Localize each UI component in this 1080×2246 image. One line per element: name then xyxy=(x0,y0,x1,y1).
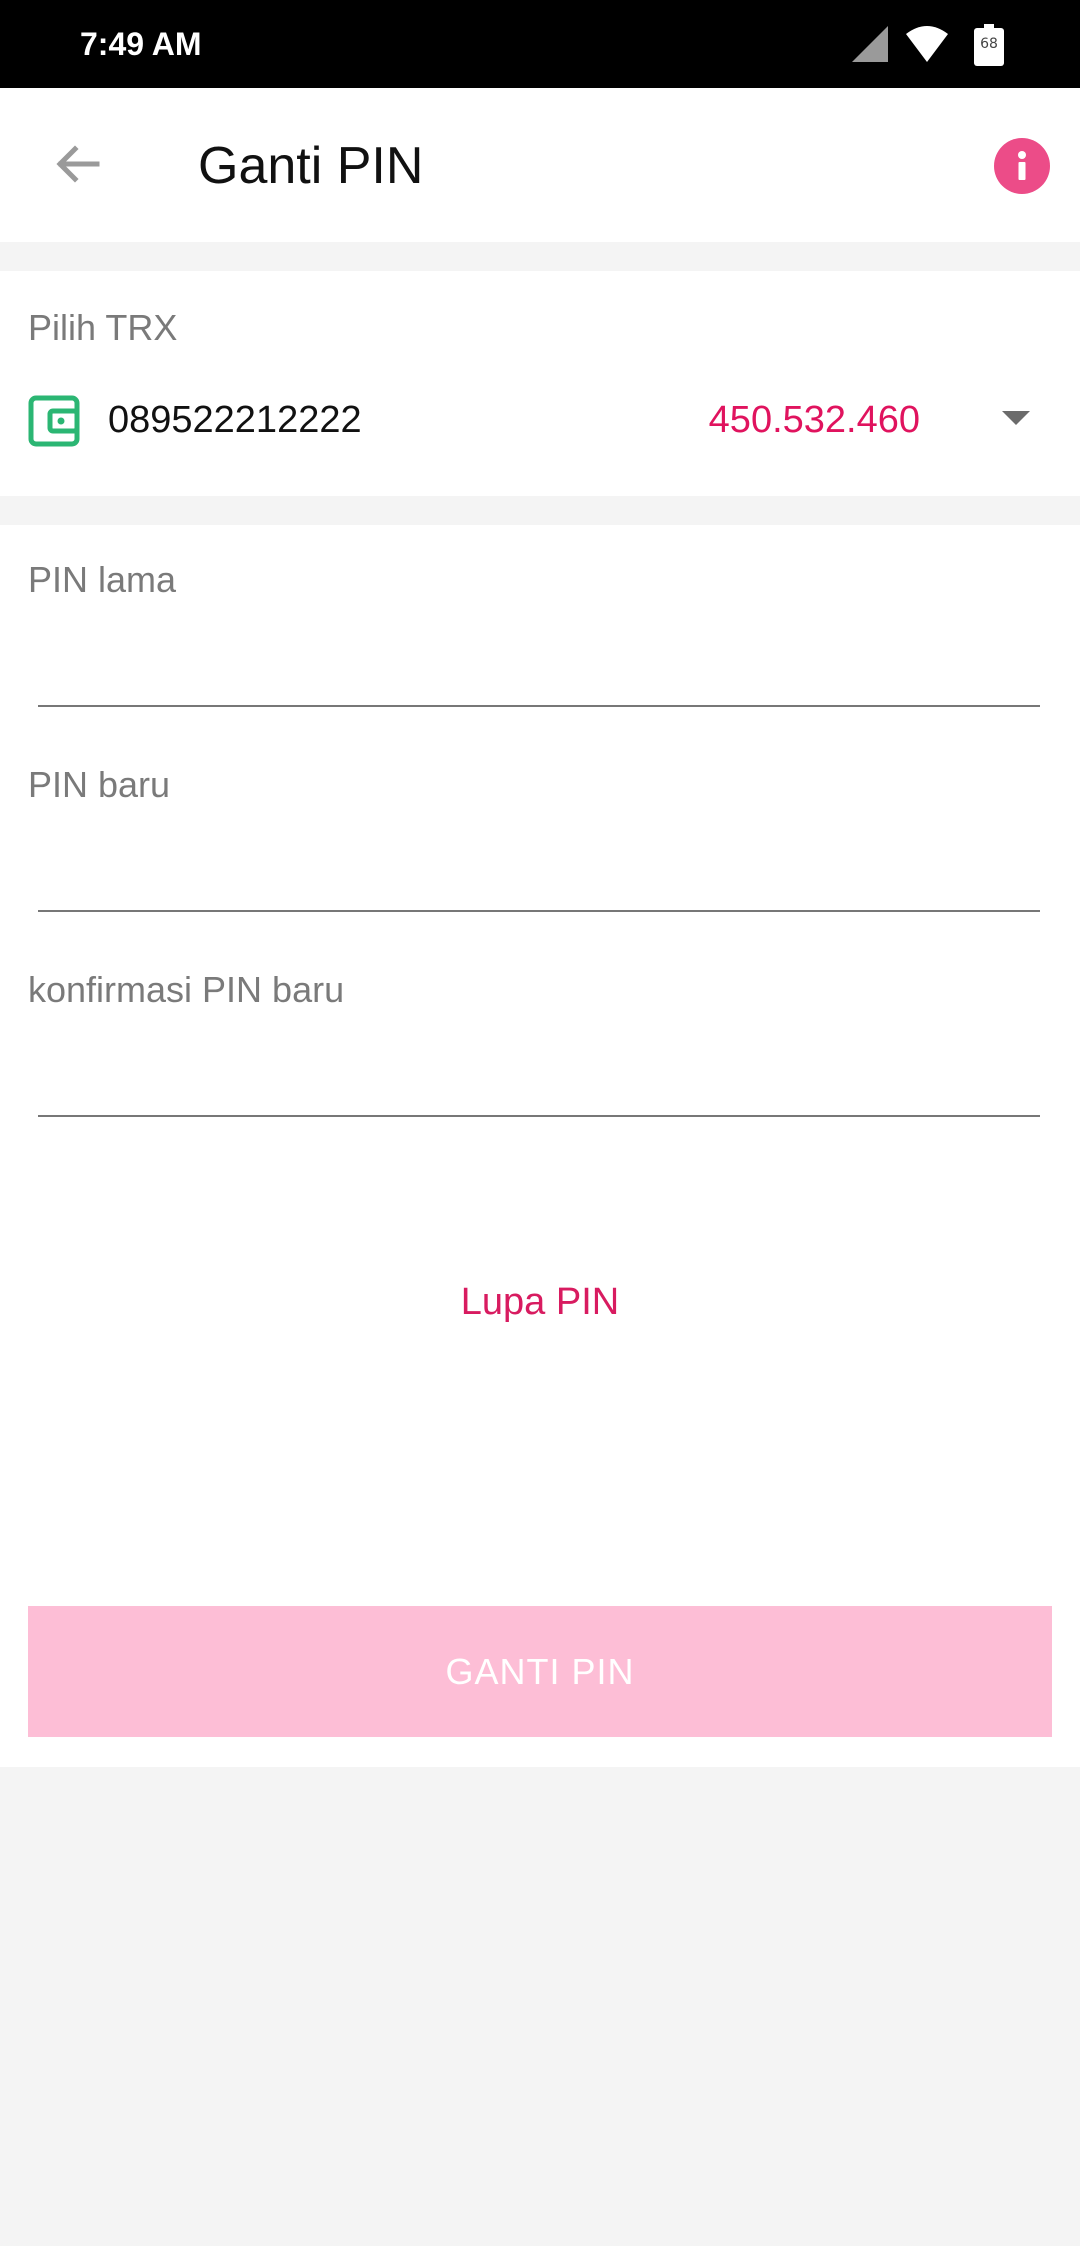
forgot-pin-link[interactable]: Lupa PIN xyxy=(0,1281,1080,1324)
confirm-pin-input[interactable] xyxy=(38,1045,1040,1117)
change-pin-button[interactable]: GANTI PIN xyxy=(28,1606,1052,1737)
status-time: 7:49 AM xyxy=(80,26,202,62)
app-bar: Ganti PIN xyxy=(0,88,1080,242)
account-balance: 450.532.460 xyxy=(708,399,920,441)
battery-level: 68 xyxy=(980,36,998,52)
arrow-left-icon xyxy=(56,145,100,183)
info-button[interactable] xyxy=(994,138,1050,194)
pin-form-card: PIN lama PIN baru konfirmasi PIN baru Lu… xyxy=(0,525,1080,1767)
back-button[interactable] xyxy=(44,130,112,198)
page-title: Ganti PIN xyxy=(198,137,424,195)
signal-icon xyxy=(852,26,888,62)
old-pin-label: PIN lama xyxy=(28,559,177,600)
battery-icon: 68 xyxy=(974,24,1004,66)
old-pin-input[interactable] xyxy=(38,635,1040,707)
wifi-icon xyxy=(906,26,948,62)
new-pin-label: PIN baru xyxy=(28,764,171,805)
new-pin-input[interactable] xyxy=(38,840,1040,912)
confirm-pin-label: konfirmasi PIN baru xyxy=(28,969,345,1010)
status-bar: 7:49 AM 68 xyxy=(0,0,1080,88)
wallet-icon xyxy=(28,395,80,447)
info-icon xyxy=(1018,151,1026,180)
account-number: 089522212222 xyxy=(108,399,362,441)
trx-label: Pilih TRX xyxy=(28,307,178,348)
caret-down-icon[interactable] xyxy=(1002,411,1030,425)
trx-selector-card[interactable]: Pilih TRX 089522212222 450.532.460 xyxy=(0,271,1080,496)
